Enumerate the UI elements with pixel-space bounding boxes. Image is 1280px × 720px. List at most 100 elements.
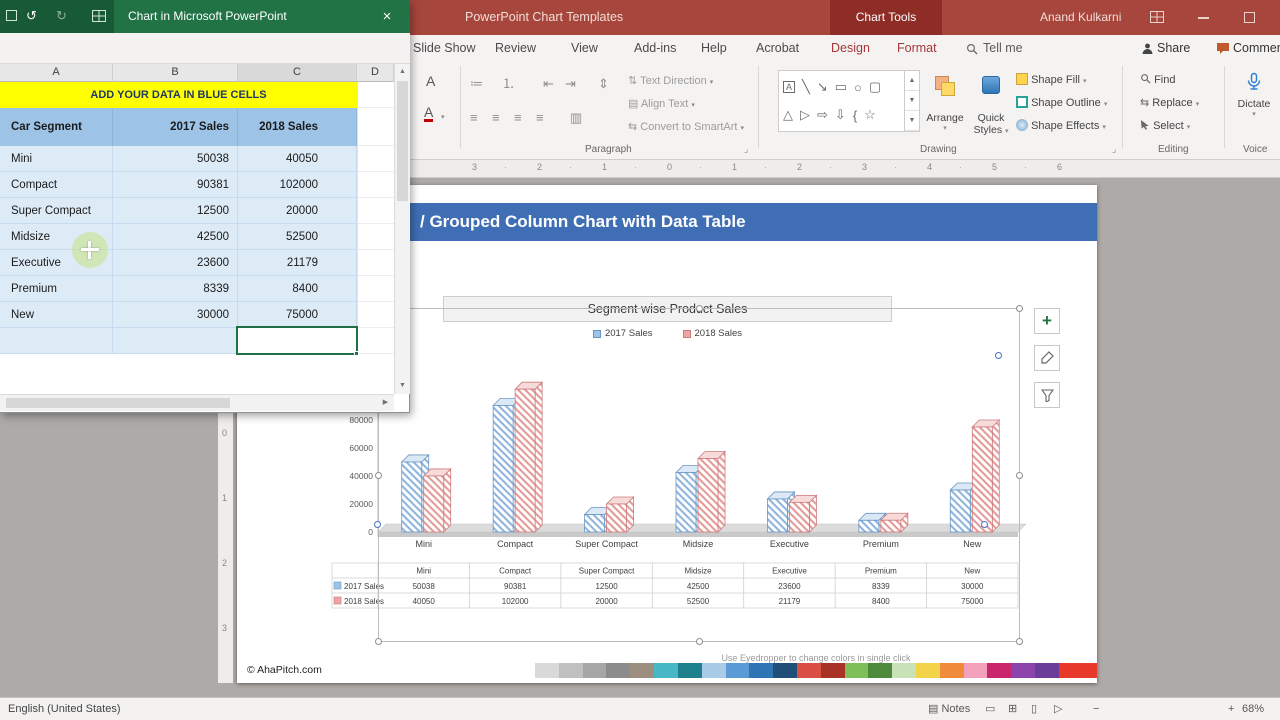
palette-swatch[interactable]	[796, 663, 821, 678]
cell[interactable]: ADD YOUR DATA IN BLUE CELLS	[0, 82, 357, 108]
cell[interactable]	[357, 276, 394, 302]
cell[interactable]	[357, 108, 394, 146]
rectangle-shape-icon[interactable]: ▭	[835, 79, 847, 95]
font-color-icon[interactable]: A	[424, 105, 434, 122]
column-header-C[interactable]: C	[238, 64, 357, 82]
plot-area-handle[interactable]	[374, 521, 381, 528]
resize-handle[interactable]	[1016, 305, 1023, 312]
palette-swatch[interactable]	[654, 663, 678, 678]
palette-swatch[interactable]	[773, 663, 797, 678]
palette-swatch[interactable]	[582, 663, 607, 678]
resize-handle[interactable]	[696, 305, 703, 312]
excel-titlebar[interactable]: ↺ ↻ Chart in Microsoft PowerPoint ×	[0, 0, 410, 33]
ribbon-tab-help[interactable]: Help	[701, 35, 727, 62]
cell[interactable]: 42500	[113, 224, 238, 250]
cell[interactable]: 50038	[113, 146, 238, 172]
table-icon[interactable]	[92, 10, 106, 22]
ribbon-tab-slide-show[interactable]: Slide Show	[413, 35, 476, 62]
undo-icon[interactable]: ↺	[26, 8, 37, 24]
cell[interactable]: 2017 Sales	[113, 108, 238, 146]
ribbon-tab-acrobat[interactable]: Acrobat	[756, 35, 799, 62]
chart-filters-button[interactable]	[1034, 382, 1060, 408]
align-left-icon[interactable]: ≡	[470, 110, 478, 126]
palette-swatch[interactable]	[630, 663, 655, 678]
cell[interactable]: Super Compact	[0, 198, 113, 224]
chart-elements-button[interactable]: +	[1034, 308, 1060, 334]
clear-formatting-icon[interactable]: A	[426, 73, 435, 89]
textbox-shape-icon[interactable]: A	[783, 81, 795, 93]
restore-icon[interactable]	[1244, 12, 1255, 23]
gallery-scrollbar[interactable]: ▲ ▼ ▼	[904, 71, 919, 131]
resize-handle[interactable]	[1016, 472, 1023, 479]
zoom-level[interactable]: 68%	[1242, 698, 1264, 720]
font-color-dropdown-arrow[interactable]: ▾	[441, 113, 445, 121]
arrange-button[interactable]: Arrange ▾	[922, 68, 968, 152]
excel-horizontal-scrollbar[interactable]: ▶	[0, 394, 394, 411]
save-icon[interactable]	[6, 10, 17, 21]
align-right-icon[interactable]: ≡	[514, 110, 522, 126]
cell[interactable]: 20000	[238, 198, 357, 224]
palette-swatch[interactable]	[820, 663, 845, 678]
palette-swatch[interactable]	[725, 663, 750, 678]
right-triangle-shape-icon[interactable]: ▷	[800, 107, 810, 123]
convert-smartart-button[interactable]: ⇆ Convert to SmartArt ▾	[628, 120, 744, 133]
cell[interactable]	[0, 328, 113, 354]
palette-swatch[interactable]	[892, 663, 916, 678]
shape-fill-button[interactable]: Shape Fill ▾	[1016, 73, 1087, 86]
scrollbar-thumb[interactable]	[397, 81, 408, 201]
language-status[interactable]: English (United States)	[8, 698, 121, 720]
resize-handle[interactable]	[375, 638, 382, 645]
gallery-more-icon[interactable]: ▼	[905, 111, 919, 131]
palette-swatch[interactable]	[1011, 663, 1036, 678]
slideshow-view-icon[interactable]: ▷	[1054, 698, 1062, 720]
gallery-scroll-down-icon[interactable]: ▼	[905, 91, 919, 111]
cell[interactable]	[357, 250, 394, 276]
gallery-scroll-up-icon[interactable]: ▲	[905, 71, 919, 91]
palette-swatch[interactable]	[558, 663, 583, 678]
cell[interactable]: 102000	[238, 172, 357, 198]
cell[interactable]: 8339	[113, 276, 238, 302]
decrease-indent-icon[interactable]: ⇤	[543, 76, 554, 92]
notes-button[interactable]: ▤ Notes	[928, 698, 970, 720]
align-text-button[interactable]: ▤ Align Text ▾	[628, 97, 695, 110]
dictate-button[interactable]: Dictate ▾	[1228, 68, 1280, 152]
chart-styles-button[interactable]	[1034, 345, 1060, 371]
cell[interactable]	[357, 198, 394, 224]
brace-shape-icon[interactable]: {	[853, 108, 857, 123]
cell[interactable]: Compact	[0, 172, 113, 198]
palette-swatch[interactable]	[749, 663, 774, 678]
cell[interactable]: 40050	[238, 146, 357, 172]
find-button[interactable]: Find	[1140, 73, 1175, 86]
cell[interactable]: 2018 Sales	[238, 108, 357, 146]
justify-icon[interactable]: ≡	[536, 110, 544, 126]
cell[interactable]	[357, 302, 394, 328]
palette-swatch[interactable]	[963, 663, 988, 678]
palette-swatch[interactable]	[868, 663, 893, 678]
ribbon-tab-format[interactable]: Format	[897, 35, 937, 62]
scroll-up-icon[interactable]: ▲	[395, 64, 410, 80]
resize-handle[interactable]	[1016, 638, 1023, 645]
scroll-down-icon[interactable]: ▼	[395, 378, 410, 394]
share-button[interactable]: Share	[1157, 35, 1190, 62]
select-button[interactable]: Select ▾	[1140, 119, 1190, 132]
palette-swatch[interactable]	[844, 663, 869, 678]
palette-swatch[interactable]	[677, 663, 702, 678]
column-header-B[interactable]: B	[113, 64, 238, 82]
bullets-icon[interactable]: ≔	[470, 76, 483, 92]
cell[interactable]: Mini	[0, 146, 113, 172]
increase-indent-icon[interactable]: ⇥	[565, 76, 576, 92]
cell[interactable]: 75000	[238, 302, 357, 328]
close-icon[interactable]: ×	[364, 0, 410, 33]
shapes-gallery[interactable]: A ╲ ↘ ▭ ○ ▢ △ ▷ ⇨ ⇩ { ☆ ▲ ▼ ▼	[778, 70, 920, 132]
reading-view-icon[interactable]: ▯	[1031, 698, 1037, 720]
text-direction-button[interactable]: ⇅ Text Direction ▾	[628, 74, 713, 87]
palette-swatch[interactable]	[701, 663, 726, 678]
palette-swatch[interactable]	[606, 663, 631, 678]
minimize-icon[interactable]	[1198, 17, 1209, 19]
numbering-icon[interactable]: ⒈	[502, 76, 515, 92]
cell[interactable]	[357, 224, 394, 250]
replace-button[interactable]: ⇆ Replace ▾	[1140, 96, 1199, 109]
cell[interactable]	[357, 146, 394, 172]
palette-swatch[interactable]	[916, 663, 940, 678]
columns-icon[interactable]: ▥	[570, 110, 582, 126]
